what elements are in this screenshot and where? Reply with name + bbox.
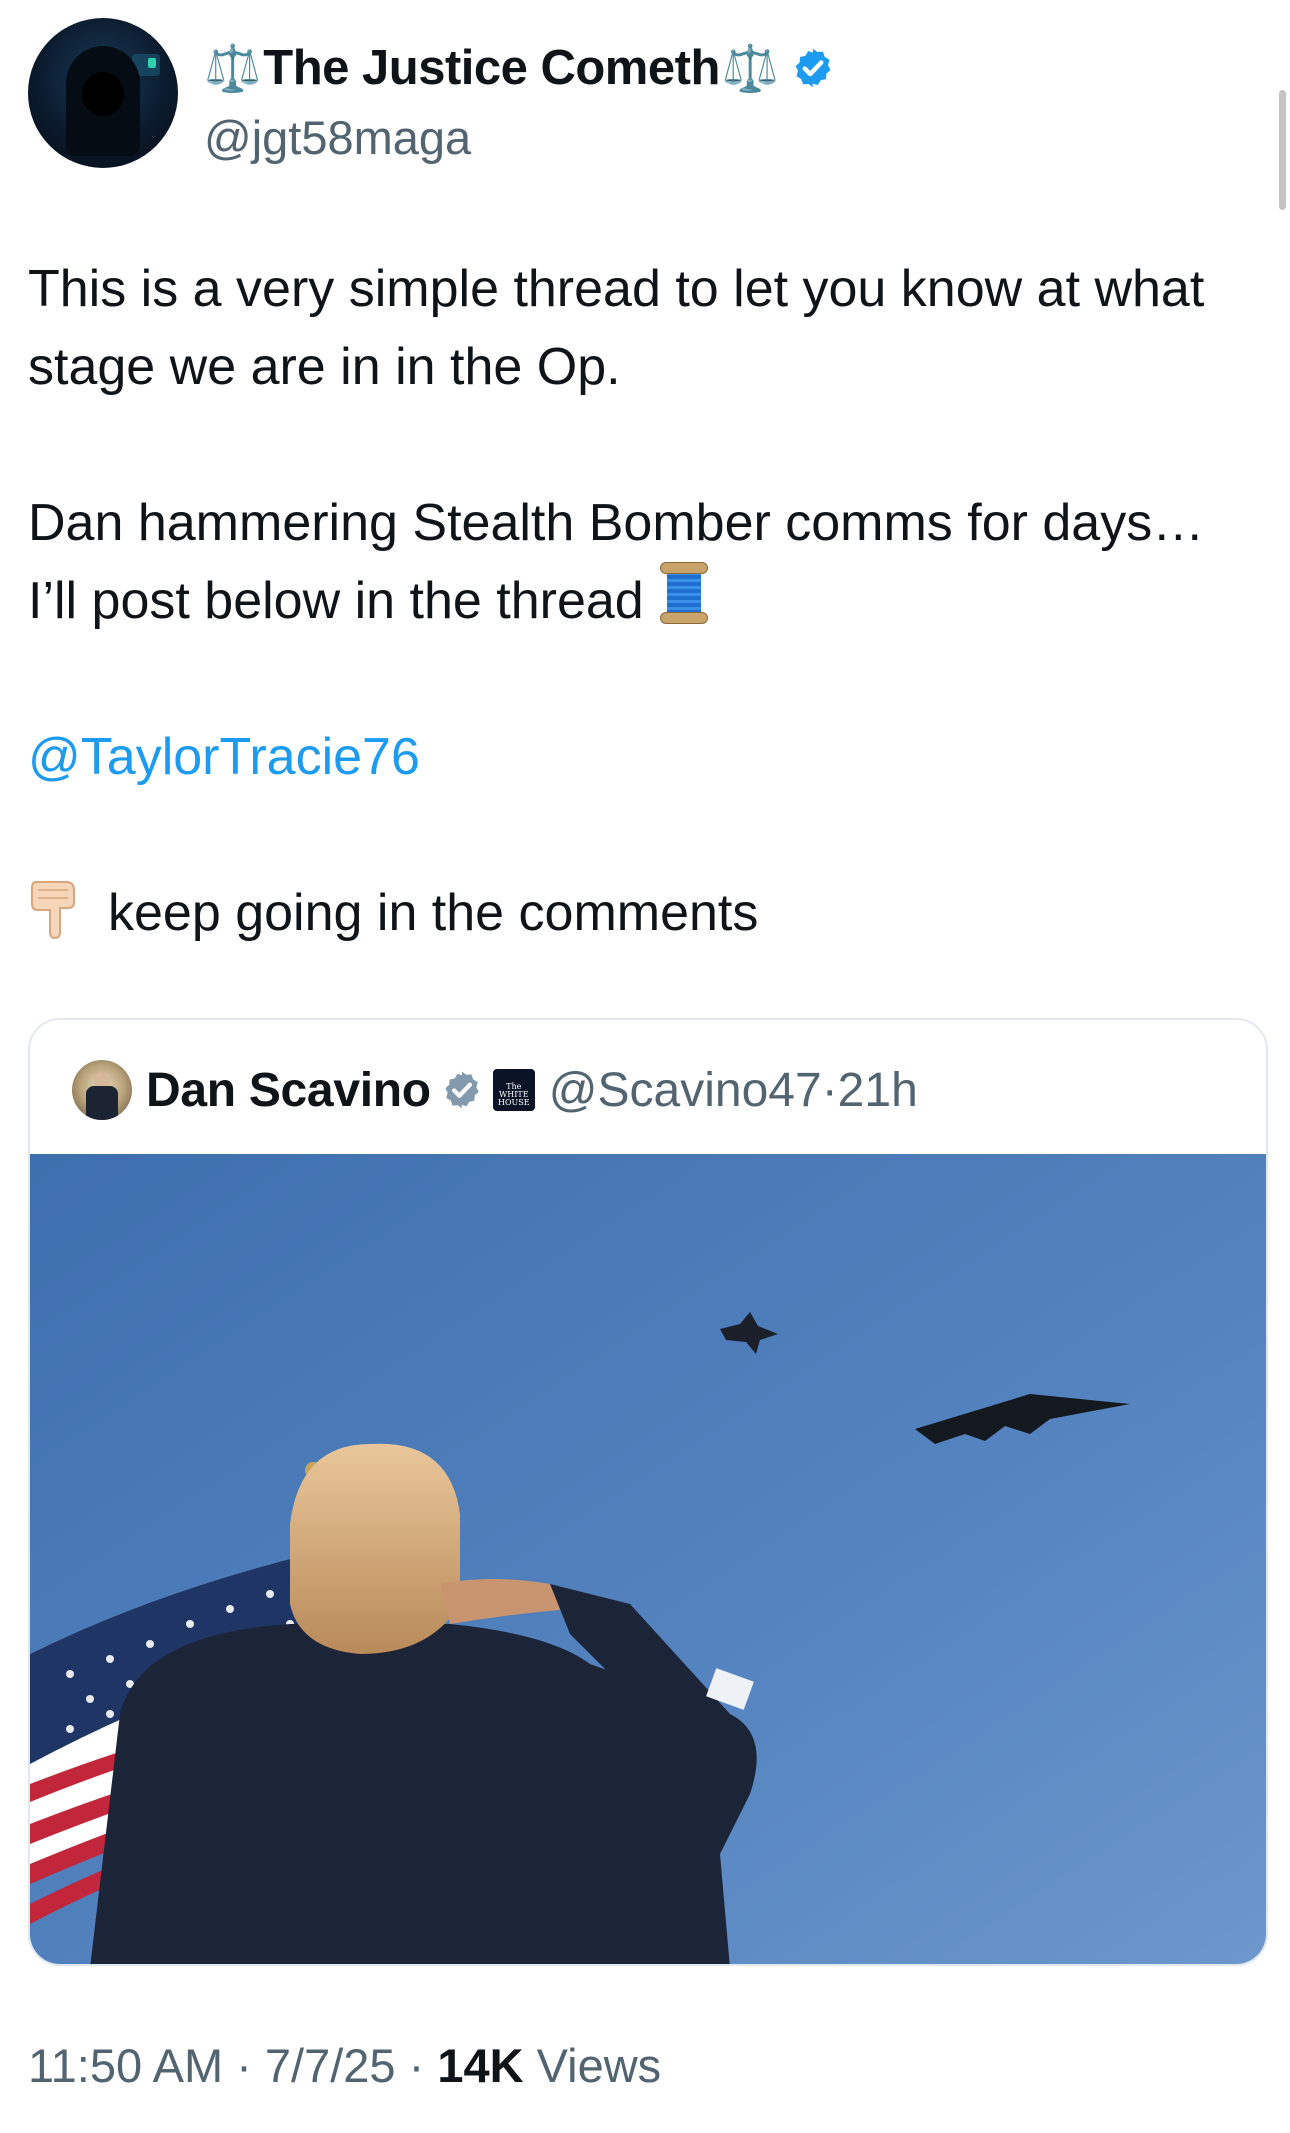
quoted-author-handle: @Scavino47·21h — [549, 1063, 918, 1118]
author-display-name[interactable]: The Justice Cometh — [263, 40, 720, 96]
scale-icon: ⚖️ — [204, 41, 262, 95]
quoted-tweet-card[interactable]: Dan Scavino The WHITE HOUSE @Scavino47·2… — [28, 1018, 1268, 1966]
tweet-header: ⚖️ The Justice Cometh ⚖️ @jgt58maga — [28, 18, 1228, 170]
quoted-author-name[interactable]: Dan Scavino — [146, 1063, 431, 1118]
gray-verified-badge-icon — [445, 1071, 479, 1109]
views-count: 14K — [437, 2039, 524, 2092]
quoted-handle-text[interactable]: @Scavino47 — [549, 1064, 822, 1117]
white-house-affiliate-badge-icon: The WHITE HOUSE — [492, 1069, 535, 1111]
views-label: Views — [536, 2039, 662, 2092]
separator-dot: · — [236, 2039, 252, 2092]
verified-badge-icon — [795, 48, 831, 88]
tweet-text-line: Dan hammering Stealth Bomber comms for d… — [28, 494, 1205, 630]
tweet-text-line: keep going in the comments — [108, 884, 759, 942]
tweet-date[interactable]: 7/7/25 — [265, 2039, 396, 2092]
scrollbar[interactable] — [1279, 90, 1286, 210]
tweet-meta: 11:50 AM · 7/7/25 · 14K Views — [28, 2038, 661, 2093]
affiliate-badge-text: The WHITE HOUSE — [497, 1082, 530, 1107]
thread-spool-icon — [659, 562, 708, 624]
quoted-tweet-photo[interactable] — [30, 1154, 1268, 1966]
author-name-row[interactable]: ⚖️ The Justice Cometh ⚖️ — [204, 38, 835, 98]
author-handle[interactable]: @jgt58maga — [204, 110, 471, 165]
quoted-author-avatar[interactable] — [72, 1060, 132, 1120]
quoted-time-ago[interactable]: 21h — [838, 1064, 918, 1117]
scale-icon: ⚖️ — [721, 41, 780, 95]
tweet-text-paragraph: keep going in the comments — [28, 874, 1248, 952]
separator-dot: · — [408, 2039, 425, 2092]
mention-link[interactable]: @TaylorTracie76 — [28, 728, 420, 786]
quoted-tweet-header: Dan Scavino The WHITE HOUSE @Scavino47·2… — [72, 1058, 918, 1122]
tweet-text-paragraph: Dan hammering Stealth Bomber comms for d… — [28, 484, 1248, 640]
tweet-body: This is a very simple thread to let you … — [28, 250, 1248, 952]
tweet-time[interactable]: 11:50 AM — [28, 2039, 223, 2092]
author-avatar[interactable] — [28, 18, 178, 168]
separator-dot: · — [821, 1063, 838, 1117]
tweet-text-paragraph: This is a very simple thread to let you … — [28, 260, 1205, 396]
pointing-down-hand-icon — [28, 878, 78, 940]
